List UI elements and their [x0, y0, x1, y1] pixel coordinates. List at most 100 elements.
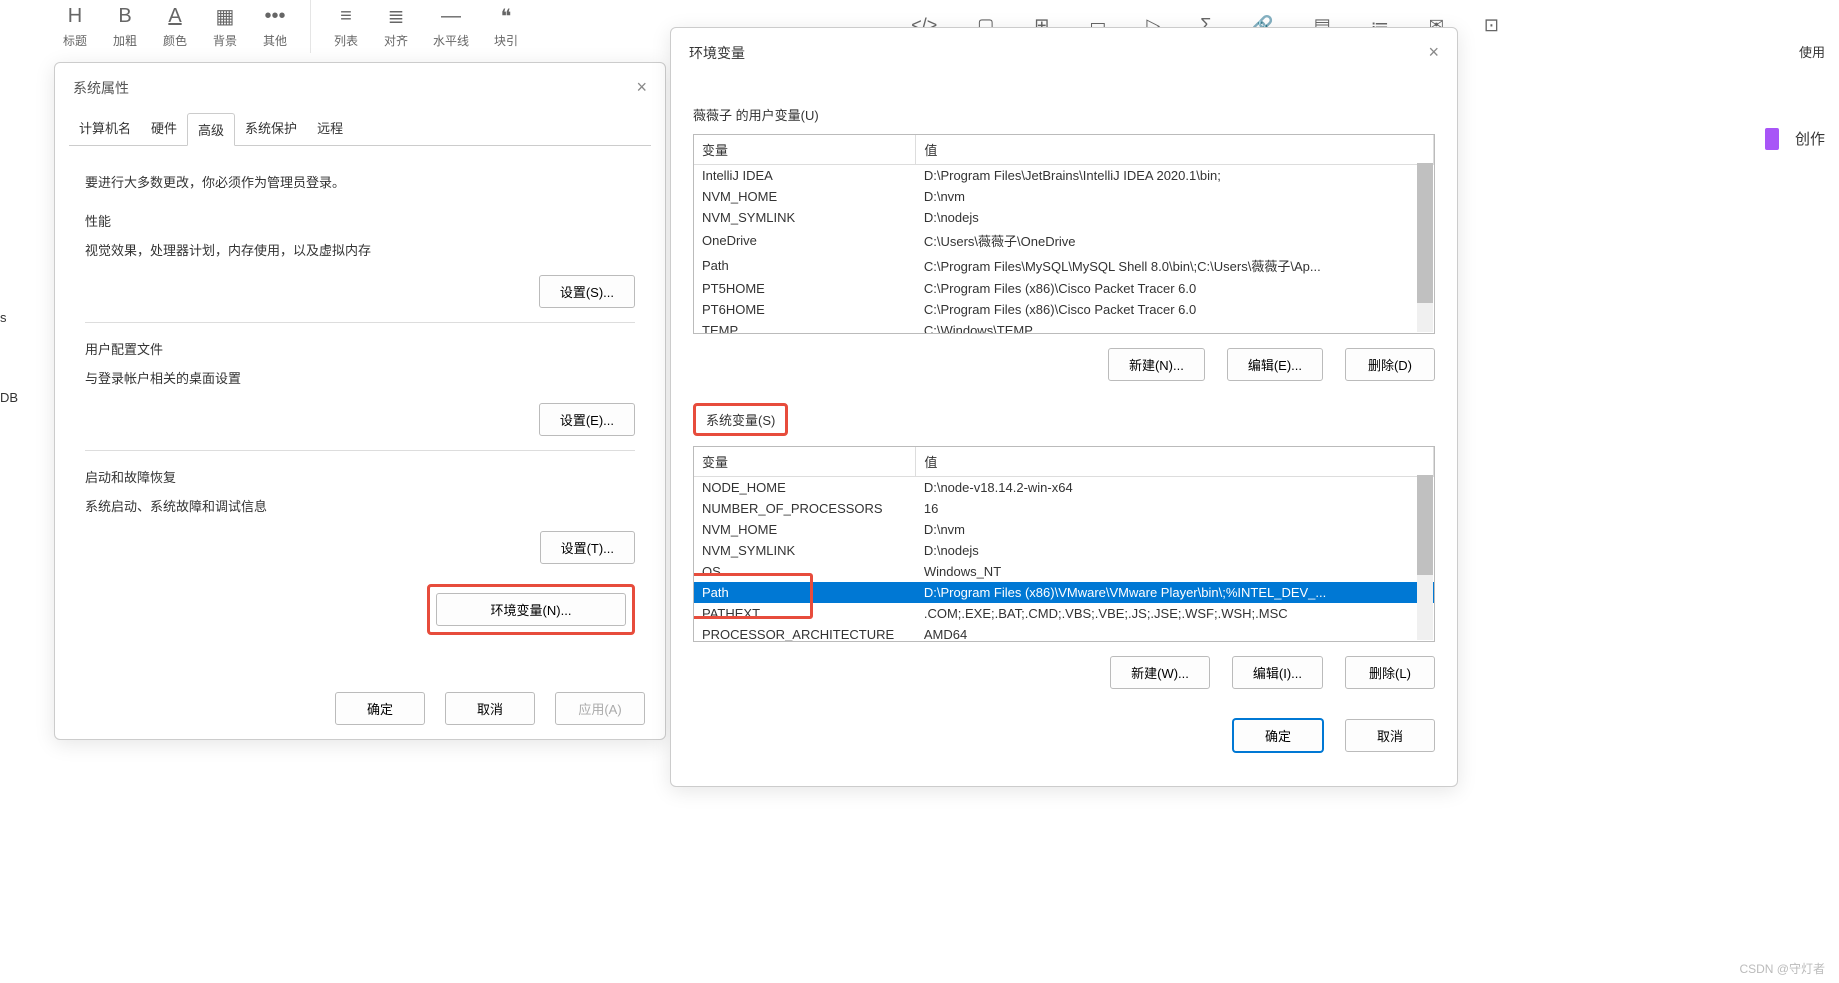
user-vars-table-wrap: 变量值 IntelliJ IDEAD:\Program Files\JetBra… [693, 134, 1435, 334]
dialog-title: 系统属性 [73, 78, 129, 98]
dialog-body: 要进行大多数更改，你必须作为管理员登录。 性能 视觉效果，处理器计划，内存使用，… [55, 146, 665, 651]
tab-hardware[interactable]: 硬件 [141, 112, 187, 145]
list-icon: ≡ [340, 4, 352, 28]
close-icon[interactable]: × [636, 77, 647, 98]
delete-user-var-button[interactable]: 删除(D) [1345, 348, 1435, 381]
align-button[interactable]: ≣对齐 [371, 0, 421, 53]
hr-icon: — [441, 4, 461, 28]
toolbar-group-para: ≡列表 ≣对齐 —水平线 ❝块引 [311, 0, 541, 53]
settings-s-button[interactable]: 设置(S)... [539, 275, 635, 308]
bg-icon: ▦ [216, 4, 235, 28]
env-var-highlight: 环境变量(N)... [427, 584, 635, 635]
table-row[interactable]: PROCESSOR_ARCHITECTUREAMD64 [694, 624, 1434, 642]
dialog-body: 薇薇子 的用户变量(U) 变量值 IntelliJ IDEAD:\Program… [671, 77, 1457, 762]
table-row[interactable]: IntelliJ IDEAD:\Program Files\JetBrains\… [694, 165, 1434, 187]
dialog-titlebar: 系统属性 × [55, 63, 665, 112]
watermark: CSDN @守灯者 [1739, 960, 1825, 977]
embed-icon[interactable]: ⊡ [1484, 15, 1499, 36]
admin-note: 要进行大多数更改，你必须作为管理员登录。 [85, 172, 635, 191]
edit-user-var-button[interactable]: 编辑(E)... [1227, 348, 1323, 381]
table-row[interactable]: PT5HOMEC:\Program Files (x86)\Cisco Pack… [694, 278, 1434, 299]
heading-button[interactable]: H标题 [50, 0, 100, 53]
ok-button[interactable]: 确定 [1233, 719, 1323, 752]
table-row[interactable]: PATHEXT.COM;.EXE;.BAT;.CMD;.VBS;.VBE;.JS… [694, 603, 1434, 624]
env-variables-button[interactable]: 环境变量(N)... [436, 593, 626, 626]
apply-button[interactable]: 应用(A) [555, 692, 645, 725]
tab-computer-name[interactable]: 计算机名 [69, 112, 141, 145]
col-value[interactable]: 值 [916, 447, 1434, 477]
create-label: 创作 [1795, 128, 1825, 149]
settings-e-button[interactable]: 设置(E)... [539, 403, 635, 436]
close-icon[interactable]: × [1428, 42, 1439, 63]
list-button[interactable]: ≡列表 [321, 0, 371, 53]
dialog-footer: 确定 取消 应用(A) [335, 692, 645, 725]
table-row[interactable]: NVM_HOMED:\nvm [694, 186, 1434, 207]
tab-remote[interactable]: 远程 [307, 112, 353, 145]
tab-strip: 计算机名 硬件 高级 系统保护 远程 [55, 112, 665, 145]
sys-vars-table-wrap: 变量值 NODE_HOMED:\node-v18.14.2-win-x64NUM… [693, 446, 1435, 642]
color-icon: A [168, 4, 181, 28]
table-row[interactable]: OneDriveC:\Users\薇薇子\OneDrive [694, 228, 1434, 253]
use-label: 使用 [1799, 42, 1825, 61]
table-row[interactable]: PathD:\Program Files (x86)\VMware\VMware… [694, 582, 1434, 603]
heading-icon: H [68, 4, 82, 28]
section-head: 性能 [85, 211, 635, 230]
sys-vars-label: 系统变量(S) [706, 413, 775, 428]
bold-button[interactable]: B加粗 [100, 0, 150, 53]
section-text: 与登录帐户相关的桌面设置 [85, 368, 635, 387]
left-edge-db: DB [0, 390, 18, 405]
performance-section: 性能 视觉效果，处理器计划，内存使用，以及虚拟内存 设置(S)... [85, 211, 635, 323]
ok-button[interactable]: 确定 [335, 692, 425, 725]
section-text: 系统启动、系统故障和调试信息 [85, 496, 635, 515]
dialog-footer: 确定 取消 [693, 719, 1435, 752]
quote-icon: ❝ [501, 4, 512, 28]
table-row[interactable]: NODE_HOMED:\node-v18.14.2-win-x64 [694, 477, 1434, 499]
sys-vars-table[interactable]: 变量值 NODE_HOMED:\node-v18.14.2-win-x64NUM… [694, 447, 1434, 642]
table-row[interactable]: NUMBER_OF_PROCESSORS16 [694, 498, 1434, 519]
col-variable[interactable]: 变量 [694, 135, 916, 165]
table-row[interactable]: OSWindows_NT [694, 561, 1434, 582]
system-properties-dialog: 系统属性 × 计算机名 硬件 高级 系统保护 远程 要进行大多数更改，你必须作为… [54, 62, 666, 740]
table-row[interactable]: NVM_SYMLINKD:\nodejs [694, 207, 1434, 228]
sys-vars-highlight: 系统变量(S) [693, 403, 788, 436]
tab-system-protection[interactable]: 系统保护 [235, 112, 307, 145]
hr-button[interactable]: —水平线 [421, 0, 481, 53]
bold-icon: B [118, 4, 131, 28]
side-handle-icon[interactable] [1765, 128, 1779, 150]
dialog-title: 环境变量 [689, 43, 745, 63]
scrollbar[interactable] [1417, 475, 1433, 640]
quote-button[interactable]: ❝块引 [481, 0, 531, 53]
user-profile-section: 用户配置文件 与登录帐户相关的桌面设置 设置(E)... [85, 339, 635, 451]
col-variable[interactable]: 变量 [694, 447, 916, 477]
user-vars-buttons: 新建(N)... 编辑(E)... 删除(D) [693, 348, 1435, 381]
cancel-button[interactable]: 取消 [1345, 719, 1435, 752]
toolbar-group-format: H标题 B加粗 A颜色 ▦背景 •••其他 [40, 0, 311, 53]
new-sys-var-button[interactable]: 新建(W)... [1110, 656, 1210, 689]
startup-recovery-section: 启动和故障恢复 系统启动、系统故障和调试信息 设置(T)... [85, 467, 635, 564]
tab-advanced[interactable]: 高级 [187, 113, 235, 146]
section-head: 启动和故障恢复 [85, 467, 635, 486]
table-row[interactable]: PT6HOMEC:\Program Files (x86)\Cisco Pack… [694, 299, 1434, 320]
edit-sys-var-button[interactable]: 编辑(I)... [1232, 656, 1323, 689]
section-text: 视觉效果，处理器计划，内存使用，以及虚拟内存 [85, 240, 635, 259]
table-row[interactable]: NVM_SYMLINKD:\nodejs [694, 540, 1434, 561]
scrollbar[interactable] [1417, 163, 1433, 332]
scroll-thumb[interactable] [1417, 475, 1433, 575]
table-row[interactable]: TEMPC:\Windows\TEMP [694, 320, 1434, 334]
user-vars-table[interactable]: 变量值 IntelliJ IDEAD:\Program Files\JetBra… [694, 135, 1434, 334]
color-button[interactable]: A颜色 [150, 0, 200, 53]
new-user-var-button[interactable]: 新建(N)... [1108, 348, 1205, 381]
left-edge-s: s [0, 310, 7, 325]
delete-sys-var-button[interactable]: 删除(L) [1345, 656, 1435, 689]
col-value[interactable]: 值 [916, 135, 1434, 165]
other-button[interactable]: •••其他 [250, 0, 300, 53]
dialog-titlebar: 环境变量 × [671, 28, 1457, 77]
settings-t-button[interactable]: 设置(T)... [540, 531, 635, 564]
bg-button[interactable]: ▦背景 [200, 0, 250, 53]
user-vars-label: 薇薇子 的用户变量(U) [693, 105, 1435, 124]
environment-variables-dialog: 环境变量 × 薇薇子 的用户变量(U) 变量值 IntelliJ IDEAD:\… [670, 27, 1458, 787]
scroll-thumb[interactable] [1417, 163, 1433, 303]
cancel-button[interactable]: 取消 [445, 692, 535, 725]
table-row[interactable]: PathC:\Program Files\MySQL\MySQL Shell 8… [694, 253, 1434, 278]
table-row[interactable]: NVM_HOMED:\nvm [694, 519, 1434, 540]
